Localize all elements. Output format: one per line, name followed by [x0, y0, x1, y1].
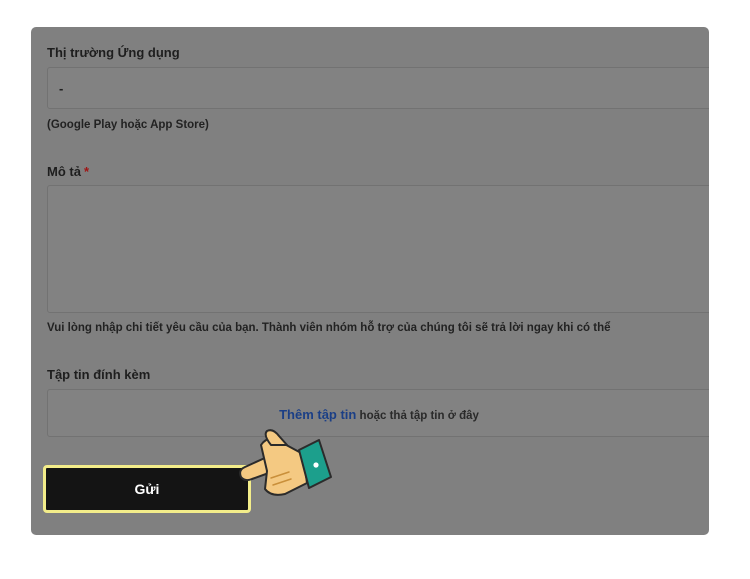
app-market-value: -	[59, 81, 64, 96]
support-form-panel: Thị trường Ứng dụng - (Google Play hoặc …	[31, 27, 709, 535]
attachments-label: Tập tin đính kèm	[47, 367, 151, 382]
submit-button[interactable]: Gửi	[43, 465, 251, 513]
required-mark: *	[83, 164, 90, 179]
attachment-dropzone[interactable]: Thêm tập tin hoặc thả tập tin ở đây	[47, 389, 709, 437]
description-hint: Vui lòng nhập chi tiết yêu cầu của bạn. …	[47, 322, 611, 334]
drop-files-text: hoặc thả tập tin ở đây	[356, 410, 479, 422]
description-label-text: Mô tả	[47, 164, 81, 179]
app-market-field[interactable]: -	[47, 67, 709, 109]
app-market-label: Thị trường Ứng dụng	[47, 45, 180, 60]
description-textarea[interactable]	[47, 185, 709, 313]
attachment-dropzone-text: Thêm tập tin hoặc thả tập tin ở đây	[48, 407, 709, 422]
pointing-hand-icon	[239, 429, 332, 496]
app-market-hint: (Google Play hoặc App Store)	[47, 119, 209, 131]
description-label: Mô tả *	[47, 164, 89, 179]
add-file-link[interactable]: Thêm tập tin	[279, 407, 356, 422]
